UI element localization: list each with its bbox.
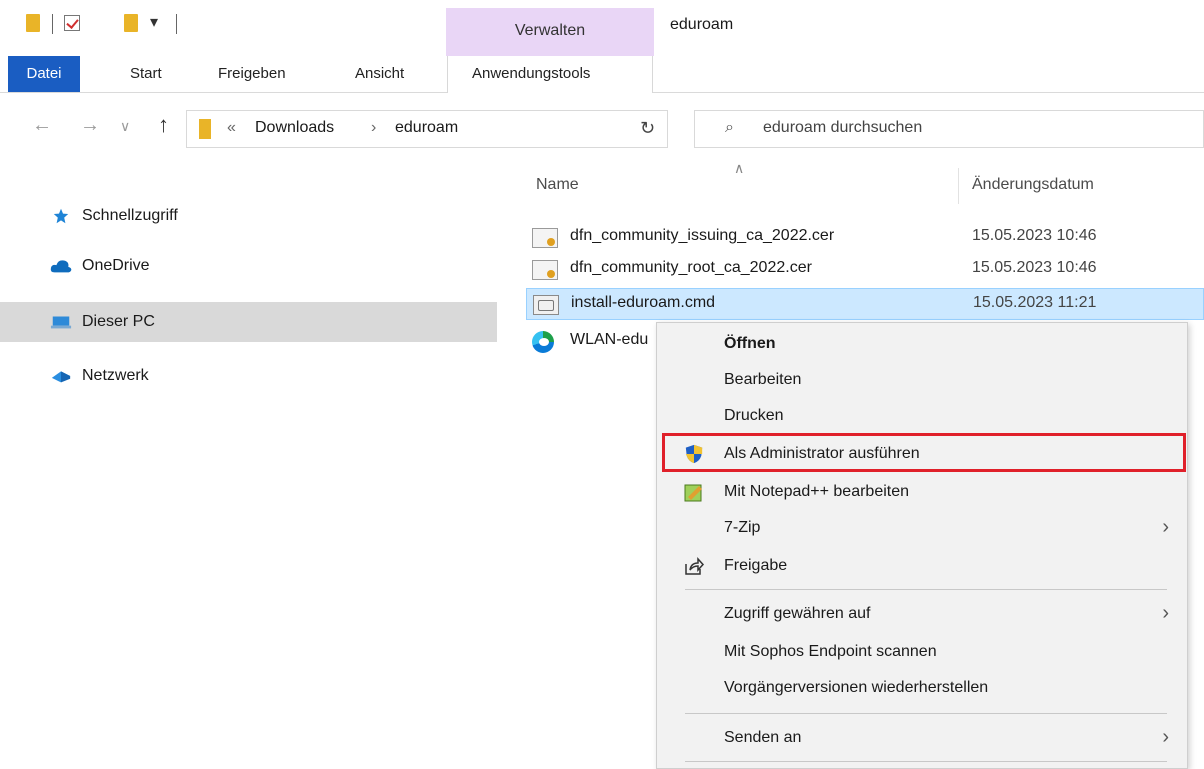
search-placeholder: eduroam durchsuchen [763,119,923,136]
file-row[interactable]: dfn_community_root_ca_2022.cer 15.05.202… [526,254,1204,286]
menu-item-label: Mit Sophos Endpoint scannen [724,643,937,660]
menu-separator [685,589,1167,590]
menu-item-label: Freigabe [724,557,788,574]
folder-icon [26,14,40,32]
tab-freigeben[interactable]: Freigeben [218,56,286,92]
file-name: dfn_community_issuing_ca_2022.cer [570,227,835,244]
breadcrumb-separator: › [371,119,377,136]
menu-item-vorgaengerversionen-wiederherstellen[interactable]: Vorgängerversionen wiederherstellen [657,669,1189,706]
title-bar: ▾ Verwalten eduroam [0,0,1204,56]
file-name: dfn_community_root_ca_2022.cer [570,259,812,276]
file-date: 15.05.2023 10:46 [972,259,1097,276]
sidebar-item-label: Dieser PC [82,313,155,330]
folder-icon [199,119,211,139]
cloud-icon [50,260,72,273]
menu-item-label: Bearbeiten [724,371,802,388]
contextual-group-label: Verwalten [514,22,586,39]
column-divider[interactable] [958,168,959,204]
menu-item-label: Öffnen [724,335,776,352]
menu-item-label: Senden an [724,729,802,746]
toolbar-separator [52,14,53,34]
tab-datei[interactable]: Datei [8,56,80,92]
menu-item-freigabe[interactable]: Freigabe [657,547,1189,584]
breadcrumb-eduroam[interactable]: eduroam [395,119,458,137]
notepadpp-icon [684,484,702,502]
menu-item-label: Mit Notepad++ bearbeiten [724,483,910,500]
address-bar[interactable]: « Downloads › eduroam ∨ [186,110,795,148]
menu-item-label: 7-Zip [724,519,761,536]
menu-separator [685,761,1167,762]
file-date: 15.05.2023 11:21 [973,294,1097,311]
menu-item-label: Zugriff gewähren auf [724,605,871,622]
sidebar-item-onedrive[interactable]: OneDrive [0,246,497,286]
file-row-selected[interactable]: install-eduroam.cmd 15.05.2023 11:21 [526,288,1204,320]
sidebar-item-label: OneDrive [82,257,150,274]
toolbar-separator [176,14,177,34]
cmd-file-icon [533,295,559,315]
menu-item-zugriff-gewaehren-auf[interactable]: Zugriff gewähren auf › [657,595,1189,632]
submenu-arrow-icon: › [1162,516,1169,538]
tab-ansicht[interactable]: Ansicht [355,56,404,92]
certificate-file-icon [532,228,558,248]
column-header-name[interactable]: Name [536,176,579,194]
certificate-file-icon [532,260,558,280]
navigation-row: ← → ∨ ↑ « Downloads › eduroam ∨ ↻ ⌕ edur… [0,100,1204,158]
menu-item-mit-notepadpp-bearbeiten[interactable]: Mit Notepad++ bearbeiten [657,473,1189,510]
menu-item-bearbeiten[interactable]: Bearbeiten [657,361,1189,398]
file-name: install-eduroam.cmd [571,294,716,311]
search-icon: ⌕ [725,119,734,136]
customize-dropdown-icon[interactable]: ▾ [150,12,158,32]
edge-browser-icon [532,331,554,353]
contextual-tab-group: Verwalten [446,8,654,56]
sidebar-item-schnellzugriff[interactable]: Schnellzugriff [0,196,497,236]
recent-locations-chevron-icon[interactable]: ∨ [120,118,130,135]
highlight-box [662,433,1186,472]
menu-item-mit-sophos-endpoint-scannen[interactable]: Mit Sophos Endpoint scannen [657,633,1189,670]
file-row[interactable]: dfn_community_issuing_ca_2022.cer 15.05.… [526,222,1204,254]
sidebar-item-netzwerk[interactable]: Netzwerk [0,356,497,396]
refresh-icon[interactable]: ↻ [640,118,655,139]
tab-anwendungstools[interactable]: Anwendungstools [472,56,590,92]
forward-arrow-icon[interactable]: → [80,114,100,137]
column-header-date[interactable]: Änderungsdatum [972,176,1094,194]
tab-start[interactable]: Start [130,56,162,92]
properties-check-icon[interactable] [64,15,80,31]
overflow-breadcrumb[interactable]: « [227,119,236,137]
new-folder-icon[interactable] [124,14,138,32]
network-icon [51,371,71,383]
share-icon [685,557,705,575]
star-icon [53,208,69,224]
window-title: eduroam [670,16,734,33]
menu-item-label: Vorgängerversionen wiederherstellen [724,679,989,696]
back-arrow-icon[interactable]: ← [32,114,52,137]
sidebar-item-dieser-pc[interactable]: Dieser PC [0,302,497,342]
file-name: WLAN-edu [570,331,649,348]
menu-item-drucken[interactable]: Drucken [657,397,1189,434]
breadcrumb-downloads[interactable]: Downloads [255,119,334,137]
menu-item-7-zip[interactable]: 7-Zip › [657,509,1189,546]
menu-item-senden-an[interactable]: Senden an › [657,719,1189,756]
file-date: 15.05.2023 10:46 [972,227,1097,244]
ribbon-tab-bar: Datei Start Freigeben Ansicht Anwendungs… [0,56,1204,93]
context-menu: Öffnen Bearbeiten Drucken Als Administra… [656,322,1188,769]
menu-item-label: Drucken [724,407,784,424]
search-field[interactable]: ⌕ eduroam durchsuchen [694,110,1204,148]
computer-icon [50,316,72,329]
menu-item-oeffnen[interactable]: Öffnen [657,325,1189,362]
submenu-arrow-icon: › [1162,726,1169,748]
up-arrow-icon[interactable]: ↑ [158,112,169,138]
sort-ascending-icon: ∧ [734,160,745,176]
sidebar-item-label: Netzwerk [82,367,149,384]
sidebar-item-label: Schnellzugriff [82,207,178,224]
menu-separator [685,713,1167,714]
submenu-arrow-icon: › [1162,602,1169,624]
